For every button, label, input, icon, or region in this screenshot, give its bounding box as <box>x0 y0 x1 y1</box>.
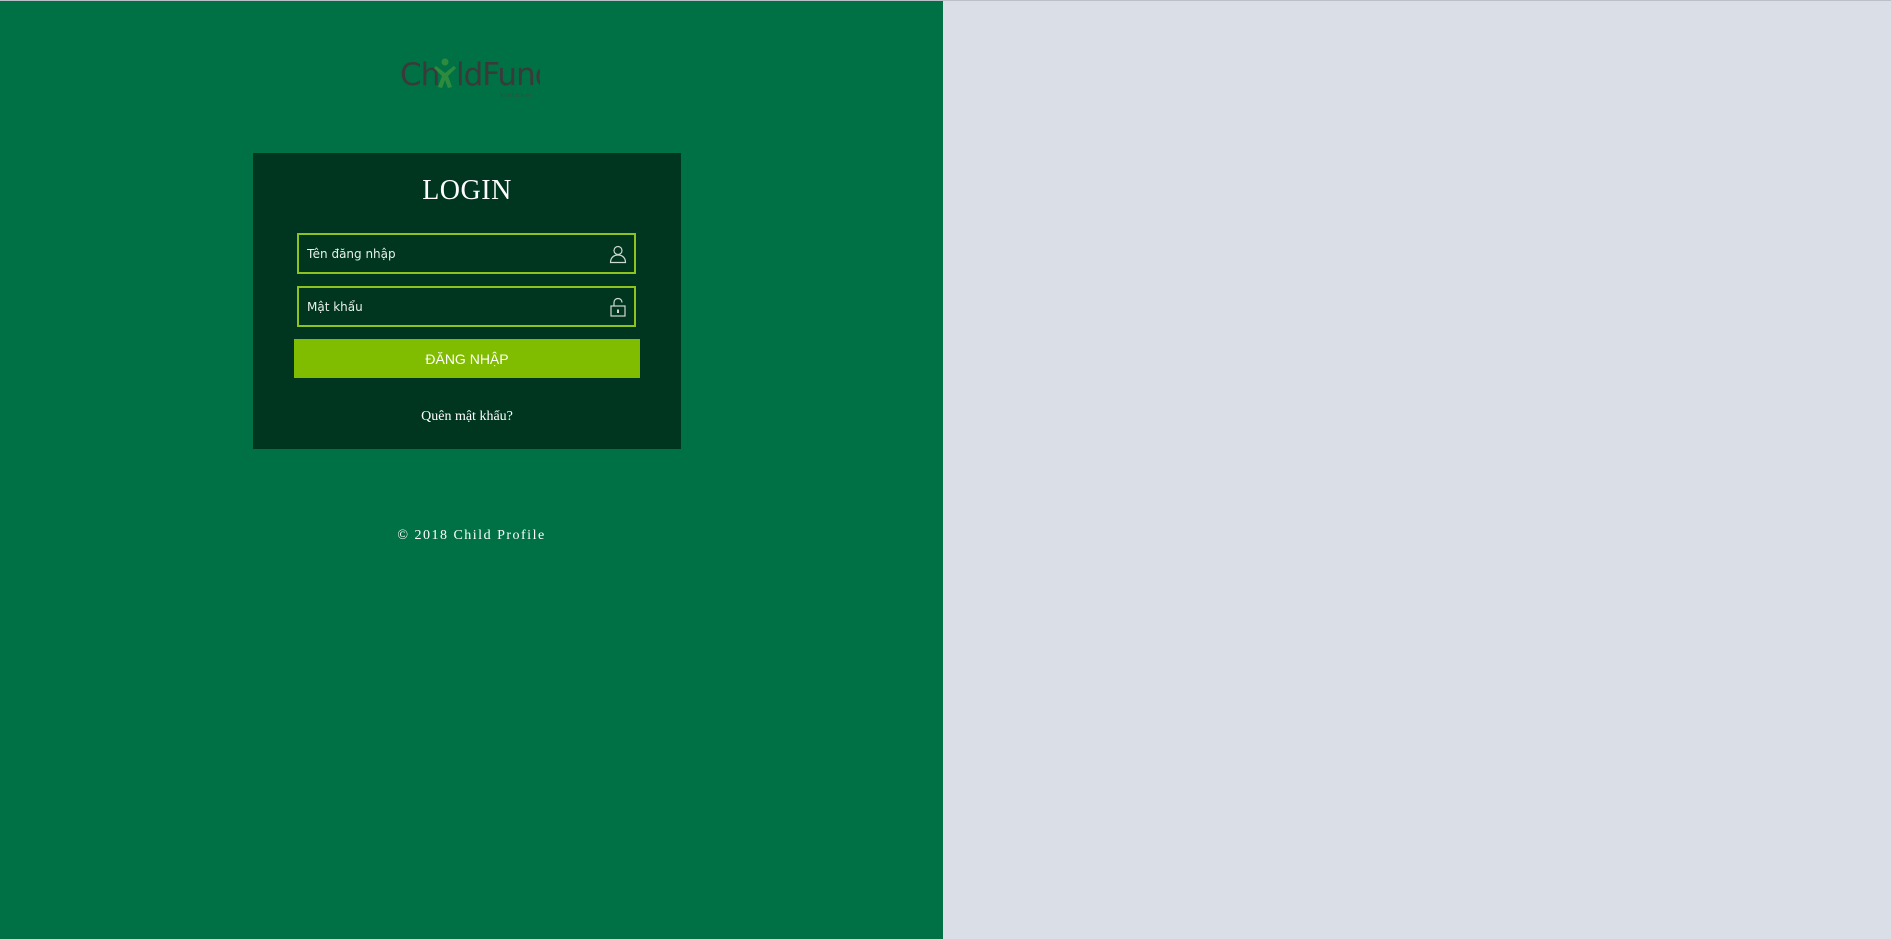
username-input[interactable] <box>299 235 597 272</box>
password-field[interactable] <box>297 286 636 327</box>
svg-text:Ch: Ch <box>400 57 439 93</box>
childfund-logo-image: Ch ldFund Vietnam <box>400 57 554 99</box>
forgot-password-link[interactable]: Quên mật khẩu? <box>253 409 681 425</box>
left-panel: Ch ldFund Vietnam LOGIN <box>0 1 943 939</box>
logo-sub-text: Vietnam <box>500 92 532 99</box>
login-page: Ch ldFund Vietnam LOGIN <box>0 0 1891 939</box>
svg-text:ldFund: ldFund <box>456 57 540 93</box>
childfund-logo: Ch ldFund Vietnam <box>400 51 554 101</box>
user-icon <box>609 245 627 264</box>
username-field[interactable] <box>297 233 636 274</box>
login-title: LOGIN <box>422 175 512 206</box>
password-input[interactable] <box>299 288 597 325</box>
copyright-footer: © 2018 Child Profile <box>397 528 546 543</box>
right-panel <box>943 1 1891 939</box>
lock-icon <box>610 297 626 317</box>
login-card: LOGIN ĐĂNG NHẬP Quên mật khẩu? <box>253 153 681 449</box>
login-button[interactable]: ĐĂNG NHẬP <box>294 339 640 378</box>
